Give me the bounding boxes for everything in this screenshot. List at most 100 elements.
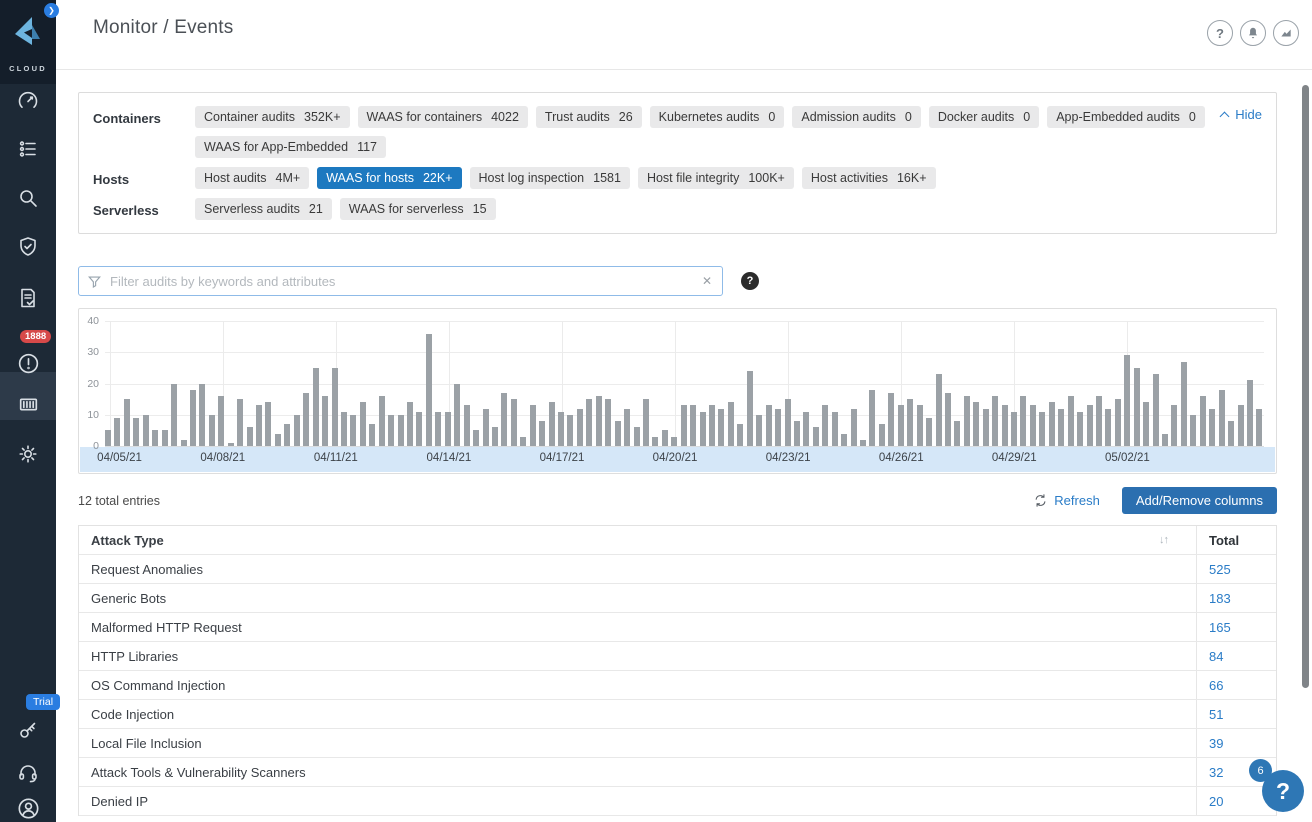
histogram-bar[interactable] [1218, 389, 1225, 446]
histogram-bar[interactable] [293, 414, 300, 446]
sidebar-item-support[interactable] [0, 753, 56, 793]
sidebar-item-monitor[interactable] [0, 81, 56, 121]
sidebar-item-profile[interactable] [0, 788, 56, 822]
notifications-button[interactable] [1240, 20, 1266, 46]
table-row[interactable]: HTTP Libraries 84 [79, 642, 1276, 671]
histogram-bar[interactable] [1162, 433, 1168, 446]
histogram-bar[interactable] [709, 405, 715, 446]
histogram-bar[interactable] [935, 374, 942, 446]
histogram-bar[interactable] [605, 399, 612, 446]
sidebar-item-defend[interactable] [0, 129, 56, 169]
histogram-bar[interactable] [1199, 396, 1206, 446]
histogram-bar[interactable] [916, 405, 923, 446]
total-count-link[interactable]: 84 [1209, 649, 1223, 664]
histogram-bar[interactable] [1256, 408, 1263, 446]
audit-category-chip[interactable]: Trust audits 26 [535, 106, 642, 128]
histogram-bar[interactable] [841, 433, 848, 446]
floating-help-button[interactable]: 6 ? [1249, 759, 1304, 812]
histogram-bar[interactable] [1133, 367, 1140, 446]
histogram-bar[interactable] [114, 417, 121, 446]
histogram-bar[interactable] [1095, 396, 1102, 446]
audit-category-chip[interactable]: WAAS for hosts 22K+ [317, 167, 462, 189]
histogram-bar[interactable] [161, 430, 168, 446]
histogram-bar[interactable] [803, 411, 810, 446]
histogram-bar[interactable] [812, 427, 819, 446]
sidebar-item-containers[interactable] [0, 384, 56, 424]
sidebar-item-radars[interactable] [0, 227, 56, 267]
column-header-attack-type[interactable]: Attack Type ↓↑ [79, 526, 1197, 554]
histogram-bar[interactable] [473, 430, 480, 446]
histogram-bar[interactable] [737, 424, 744, 446]
histogram-bar[interactable] [529, 405, 536, 446]
histogram-bar[interactable] [1246, 380, 1253, 446]
histogram-bar[interactable] [576, 408, 583, 446]
sidebar-item-alerts[interactable]: 1888 [0, 330, 56, 383]
histogram-bar[interactable] [142, 414, 149, 446]
audit-category-chip[interactable]: Docker audits 0 [928, 106, 1040, 128]
histogram-bar[interactable] [171, 383, 178, 446]
prisma-cloud-logo[interactable] [11, 16, 45, 53]
histogram-bar[interactable] [1086, 405, 1093, 446]
histogram-bar[interactable] [860, 439, 866, 446]
histogram-bar[interactable] [435, 411, 442, 446]
histogram-bar[interactable] [973, 402, 980, 446]
histogram-bar[interactable] [850, 408, 857, 446]
histogram-bar[interactable] [888, 392, 895, 446]
histogram-bar[interactable] [454, 383, 461, 446]
histogram-bar[interactable] [992, 396, 999, 446]
histogram-bar[interactable] [1114, 399, 1121, 446]
histogram-bar[interactable] [369, 424, 376, 446]
histogram-bar[interactable] [944, 392, 951, 446]
histogram-bar[interactable] [1011, 411, 1017, 446]
table-row[interactable]: Malformed HTTP Request 165 [79, 613, 1276, 642]
usage-chart-button[interactable] [1273, 20, 1299, 46]
table-row[interactable]: Local File Inclusion 39 [79, 729, 1276, 758]
table-row[interactable]: Request Anomalies 525 [79, 555, 1276, 584]
audit-category-chip[interactable]: Host audits 4M+ [195, 167, 310, 189]
table-row[interactable]: Code Injection 51 [79, 700, 1276, 729]
audit-category-chip[interactable]: WAAS for containers 4022 [357, 106, 528, 128]
histogram-bar[interactable] [1228, 421, 1235, 446]
histogram-bar[interactable] [407, 402, 413, 446]
histogram-bar[interactable] [152, 430, 159, 446]
histogram-bar[interactable] [727, 402, 734, 446]
histogram-bar[interactable] [1058, 408, 1065, 446]
histogram-bar[interactable] [539, 421, 546, 446]
sidebar-expand-toggle[interactable]: ❯ [44, 3, 59, 18]
histogram-bar[interactable] [491, 427, 498, 446]
histogram-bar[interactable] [359, 402, 366, 446]
histogram-bar[interactable] [1020, 396, 1027, 446]
histogram-bar[interactable] [614, 421, 621, 446]
histogram-bar[interactable] [784, 399, 791, 446]
histogram-bar[interactable] [265, 402, 272, 446]
total-count-link[interactable]: 66 [1209, 678, 1223, 693]
histogram-bar[interactable] [1171, 405, 1178, 446]
histogram-bar[interactable] [718, 408, 725, 446]
histogram-bar[interactable] [567, 414, 574, 446]
audit-category-chip[interactable]: Admission audits 0 [792, 106, 921, 128]
histogram-bar[interactable] [793, 421, 800, 446]
total-count-link[interactable]: 525 [1209, 562, 1231, 577]
histogram-bar[interactable] [1029, 405, 1036, 446]
histogram-bar[interactable] [208, 414, 215, 446]
histogram-bar[interactable] [907, 399, 914, 446]
sidebar-item-settings[interactable] [0, 434, 56, 474]
histogram-bar[interactable] [274, 433, 281, 446]
histogram-bar[interactable] [954, 421, 961, 446]
histogram-bar[interactable] [1048, 402, 1055, 446]
histogram-bar[interactable] [350, 414, 357, 446]
histogram-bar[interactable] [397, 414, 404, 446]
total-count-link[interactable]: 20 [1209, 794, 1223, 809]
audit-category-chip[interactable]: Serverless audits 21 [195, 198, 332, 220]
help-button[interactable]: ? [1207, 20, 1233, 46]
histogram-bar[interactable] [1237, 405, 1244, 446]
sort-icon[interactable]: ↓↑ [1159, 534, 1169, 546]
histogram-bar[interactable] [586, 399, 593, 446]
histogram-bar[interactable] [331, 367, 338, 446]
histogram-bar[interactable] [1077, 411, 1084, 446]
audit-category-chip[interactable]: Host activities 16K+ [801, 167, 936, 189]
histogram-bar[interactable] [189, 389, 196, 446]
histogram-bar[interactable] [378, 396, 385, 446]
histogram-bar[interactable] [831, 411, 838, 446]
audit-category-chip[interactable]: WAAS for App-Embedded 117 [195, 136, 386, 158]
